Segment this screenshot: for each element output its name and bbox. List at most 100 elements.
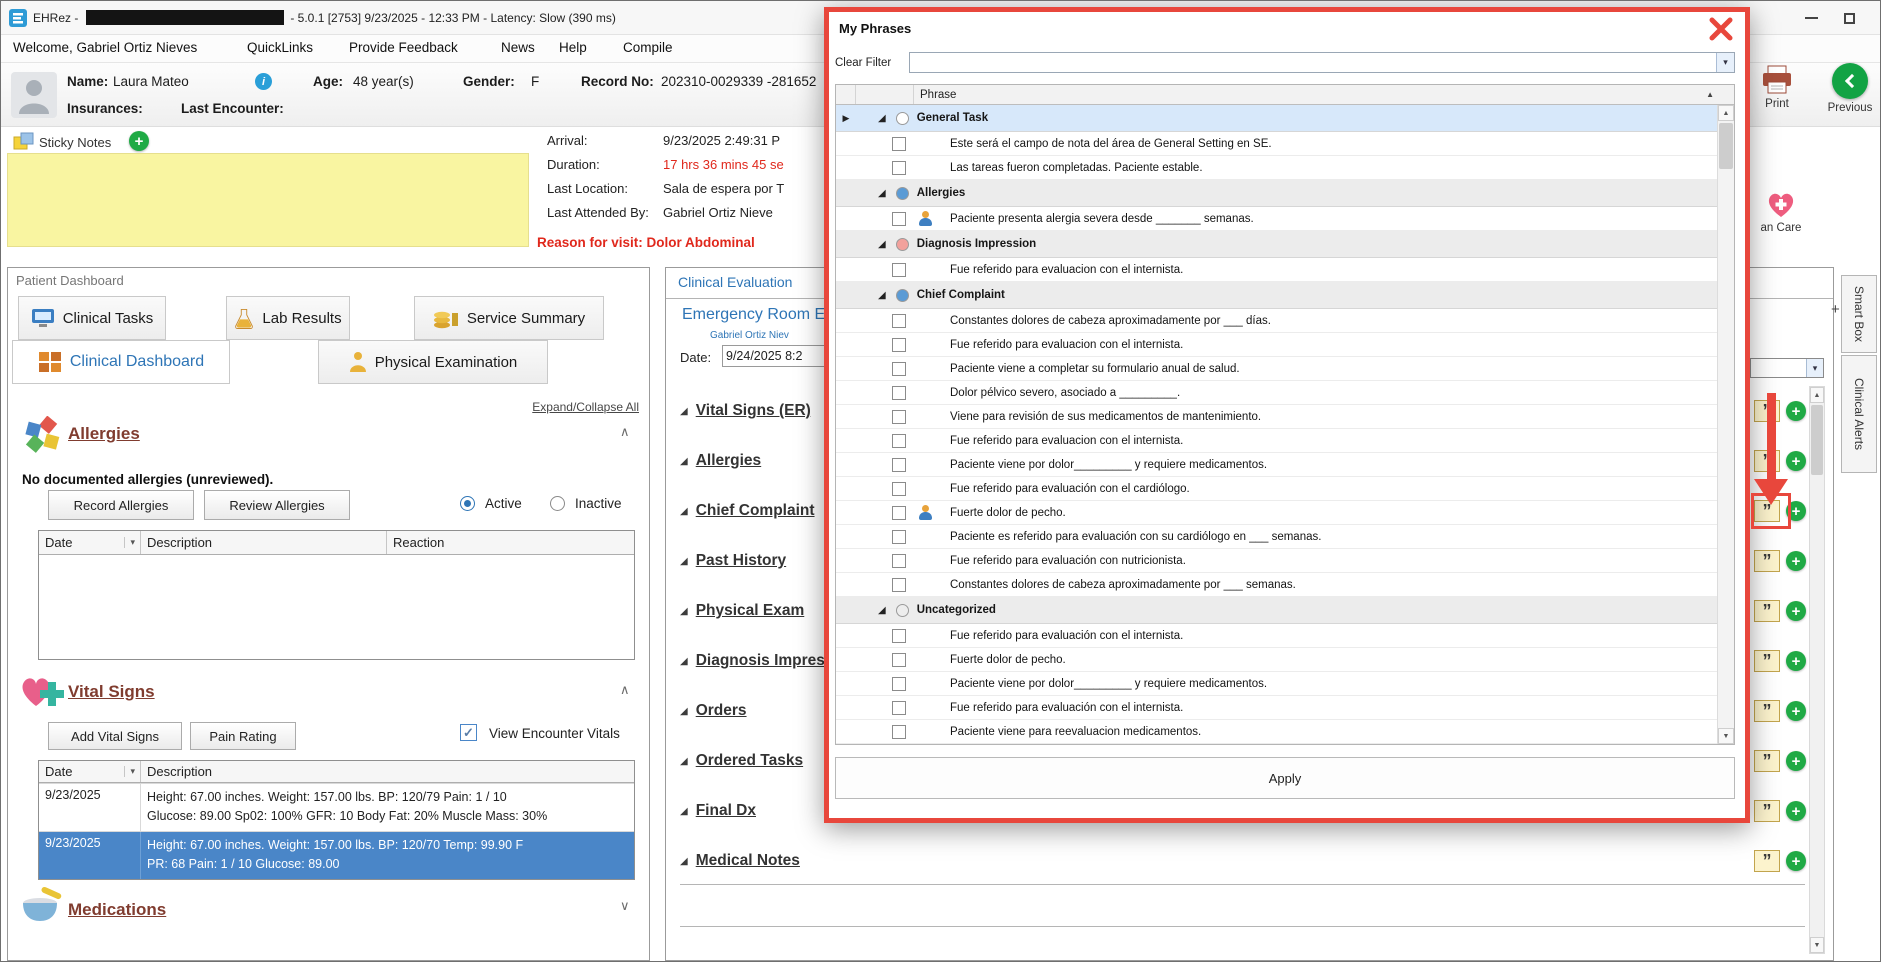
- phrase-checkbox[interactable]: [892, 529, 906, 544]
- template-combobox[interactable]: ▾: [1750, 358, 1824, 378]
- phrase-filter-input[interactable]: [912, 54, 1714, 71]
- add-entry-button[interactable]: +: [1786, 551, 1806, 571]
- menu-compile[interactable]: Compile: [623, 40, 673, 55]
- scroll-down-button[interactable]: ▼: [1810, 937, 1824, 953]
- tab-clinical-alerts[interactable]: Clinical Alerts: [1841, 355, 1877, 473]
- expander-icon[interactable]: ◢: [680, 506, 688, 517]
- date-filter-dropdown-icon[interactable]: ▾: [124, 766, 140, 777]
- review-allergies-button[interactable]: Review Allergies: [204, 490, 350, 520]
- add-entry-button[interactable]: +: [1786, 751, 1806, 771]
- menu-welcome[interactable]: Welcome, Gabriel Ortiz Nieves: [13, 40, 197, 55]
- eval-section-title[interactable]: Vital Signs (ER): [696, 402, 811, 420]
- expander-icon[interactable]: ◢: [680, 756, 688, 767]
- phrase-checkbox[interactable]: [892, 160, 906, 175]
- expander-icon[interactable]: ◢: [878, 239, 886, 250]
- tab-clinical-dashboard[interactable]: Clinical Dashboard: [12, 340, 230, 384]
- apply-button[interactable]: Apply: [835, 757, 1735, 799]
- eval-section-title[interactable]: Past History: [696, 552, 786, 570]
- phrase-row[interactable]: Paciente es referido para evaluación con…: [836, 525, 1734, 549]
- phrase-row[interactable]: Paciente viene por dolor_________ y requ…: [836, 672, 1734, 696]
- phrase-row[interactable]: Fue referido para evaluación con el card…: [836, 477, 1734, 501]
- scrollbar-thumb[interactable]: [1811, 405, 1823, 475]
- phrase-group-row[interactable]: ◢ Diagnosis Impression: [836, 231, 1734, 258]
- phrase-checkbox[interactable]: [892, 361, 906, 376]
- phrase-checkbox[interactable]: [892, 577, 906, 592]
- phrase-checkbox[interactable]: [892, 553, 906, 568]
- eval-section-title[interactable]: Final Dx: [696, 802, 756, 820]
- expander-icon[interactable]: ◢: [680, 706, 688, 717]
- phrase-checkbox[interactable]: [892, 505, 906, 520]
- record-allergies-button[interactable]: Record Allergies: [48, 490, 194, 520]
- add-entry-button[interactable]: +: [1786, 451, 1806, 471]
- menu-help[interactable]: Help: [559, 40, 587, 55]
- eval-section-title[interactable]: Diagnosis Impres: [696, 652, 825, 670]
- phrase-row[interactable]: Fuerte dolor de pecho.: [836, 648, 1734, 672]
- phrase-checkbox[interactable]: [892, 409, 906, 424]
- allergies-col-reaction[interactable]: Reaction: [387, 531, 634, 554]
- expander-icon[interactable]: ◢: [680, 656, 688, 667]
- phrase-row[interactable]: Fuerte dolor de pecho.: [836, 501, 1734, 525]
- phrase-group-row[interactable]: ▶ ◢ General Task: [836, 105, 1734, 132]
- phrase-row[interactable]: Este será el campo de nota del área de G…: [836, 132, 1734, 156]
- phrase-checkbox[interactable]: [892, 724, 906, 739]
- allergies-col-date[interactable]: Date ▾: [39, 531, 141, 554]
- tab-physical-examination[interactable]: Physical Examination: [318, 340, 548, 384]
- care-button[interactable]: an Care: [1753, 191, 1809, 234]
- phrase-checkbox[interactable]: [892, 262, 906, 277]
- phrase-group-row[interactable]: ◢ Chief Complaint: [836, 282, 1734, 309]
- expander-icon[interactable]: ◢: [680, 606, 688, 617]
- print-button[interactable]: Print: [1753, 65, 1801, 110]
- previous-button[interactable]: Previous: [1823, 63, 1877, 114]
- expander-icon[interactable]: ◢: [680, 456, 688, 467]
- sort-ascending-icon[interactable]: ▲: [1706, 90, 1728, 99]
- maximize-button[interactable]: [1832, 1, 1866, 35]
- vitals-col-description[interactable]: Description: [141, 761, 634, 782]
- phrase-group-row[interactable]: ◢ Uncategorized: [836, 597, 1734, 624]
- clinical-evaluation-tab[interactable]: Clinical Evaluation: [678, 274, 792, 290]
- dropdown-icon[interactable]: ▾: [1716, 53, 1734, 72]
- phrase-checkbox[interactable]: [892, 628, 906, 643]
- eval-section-title[interactable]: Allergies: [696, 452, 761, 470]
- phrase-row[interactable]: Paciente presenta alergia severa desde _…: [836, 207, 1734, 231]
- phrase-checkbox[interactable]: [892, 385, 906, 400]
- expander-icon[interactable]: ◢: [680, 556, 688, 567]
- phrase-row[interactable]: Fue referido para evaluación con el inte…: [836, 624, 1734, 648]
- my-phrases-button[interactable]: ”: [1754, 600, 1780, 622]
- dropdown-icon[interactable]: ▾: [1806, 359, 1823, 377]
- phrase-row[interactable]: Dolor pélvico severo, asociado a _______…: [836, 381, 1734, 405]
- add-entry-button[interactable]: +: [1786, 801, 1806, 821]
- scroll-up-button[interactable]: ▲: [1718, 105, 1734, 121]
- vitals-table-row[interactable]: 9/23/2025 Height: 67.00 inches. Weight: …: [39, 783, 634, 831]
- radio-inactive[interactable]: [550, 496, 565, 511]
- add-entry-button[interactable]: +: [1786, 851, 1806, 871]
- phrase-row[interactable]: Fue referido para evaluación con nutrici…: [836, 549, 1734, 573]
- phrase-checkbox[interactable]: [892, 457, 906, 472]
- expand-collapse-link[interactable]: Expand/Collapse All: [532, 400, 639, 414]
- expander-icon[interactable]: ◢: [680, 406, 688, 417]
- phrase-checkbox[interactable]: [892, 136, 906, 151]
- add-tab-button[interactable]: +: [1831, 301, 1840, 318]
- my-phrases-button[interactable]: ”: [1754, 750, 1780, 772]
- tab-service-summary[interactable]: Service Summary: [414, 296, 604, 340]
- phrase-row[interactable]: Fue referido para evaluación con el inte…: [836, 696, 1734, 720]
- phrase-row[interactable]: Fue referido para evaluacion con el inte…: [836, 258, 1734, 282]
- phrase-row[interactable]: Las tareas fueron completadas. Paciente …: [836, 156, 1734, 180]
- expander-icon[interactable]: ◢: [878, 605, 886, 616]
- tab-clinical-tasks[interactable]: Clinical Tasks: [18, 296, 166, 340]
- scroll-up-button[interactable]: ▲: [1810, 387, 1824, 403]
- eval-section-title[interactable]: Chief Complaint: [696, 502, 815, 520]
- phrase-checkbox[interactable]: [892, 481, 906, 496]
- tab-lab-results[interactable]: Lab Results: [226, 296, 350, 340]
- radio-active[interactable]: [460, 496, 475, 511]
- phrase-checkbox[interactable]: [892, 211, 906, 226]
- add-entry-button[interactable]: +: [1786, 651, 1806, 671]
- phrase-group-row[interactable]: ◢ Allergies: [836, 180, 1734, 207]
- phrase-row[interactable]: Constantes dolores de cabeza aproximadam…: [836, 573, 1734, 597]
- tab-smart-box[interactable]: Smart Box: [1841, 275, 1877, 353]
- my-phrases-button[interactable]: ”: [1754, 700, 1780, 722]
- eval-scrollbar[interactable]: ▲ ▼: [1809, 386, 1825, 954]
- my-phrases-button[interactable]: ”: [1754, 550, 1780, 572]
- phrase-row[interactable]: Fue referido para evaluacion con el inte…: [836, 429, 1734, 453]
- phrase-checkbox[interactable]: [892, 433, 906, 448]
- add-vital-signs-button[interactable]: Add Vital Signs: [48, 722, 182, 750]
